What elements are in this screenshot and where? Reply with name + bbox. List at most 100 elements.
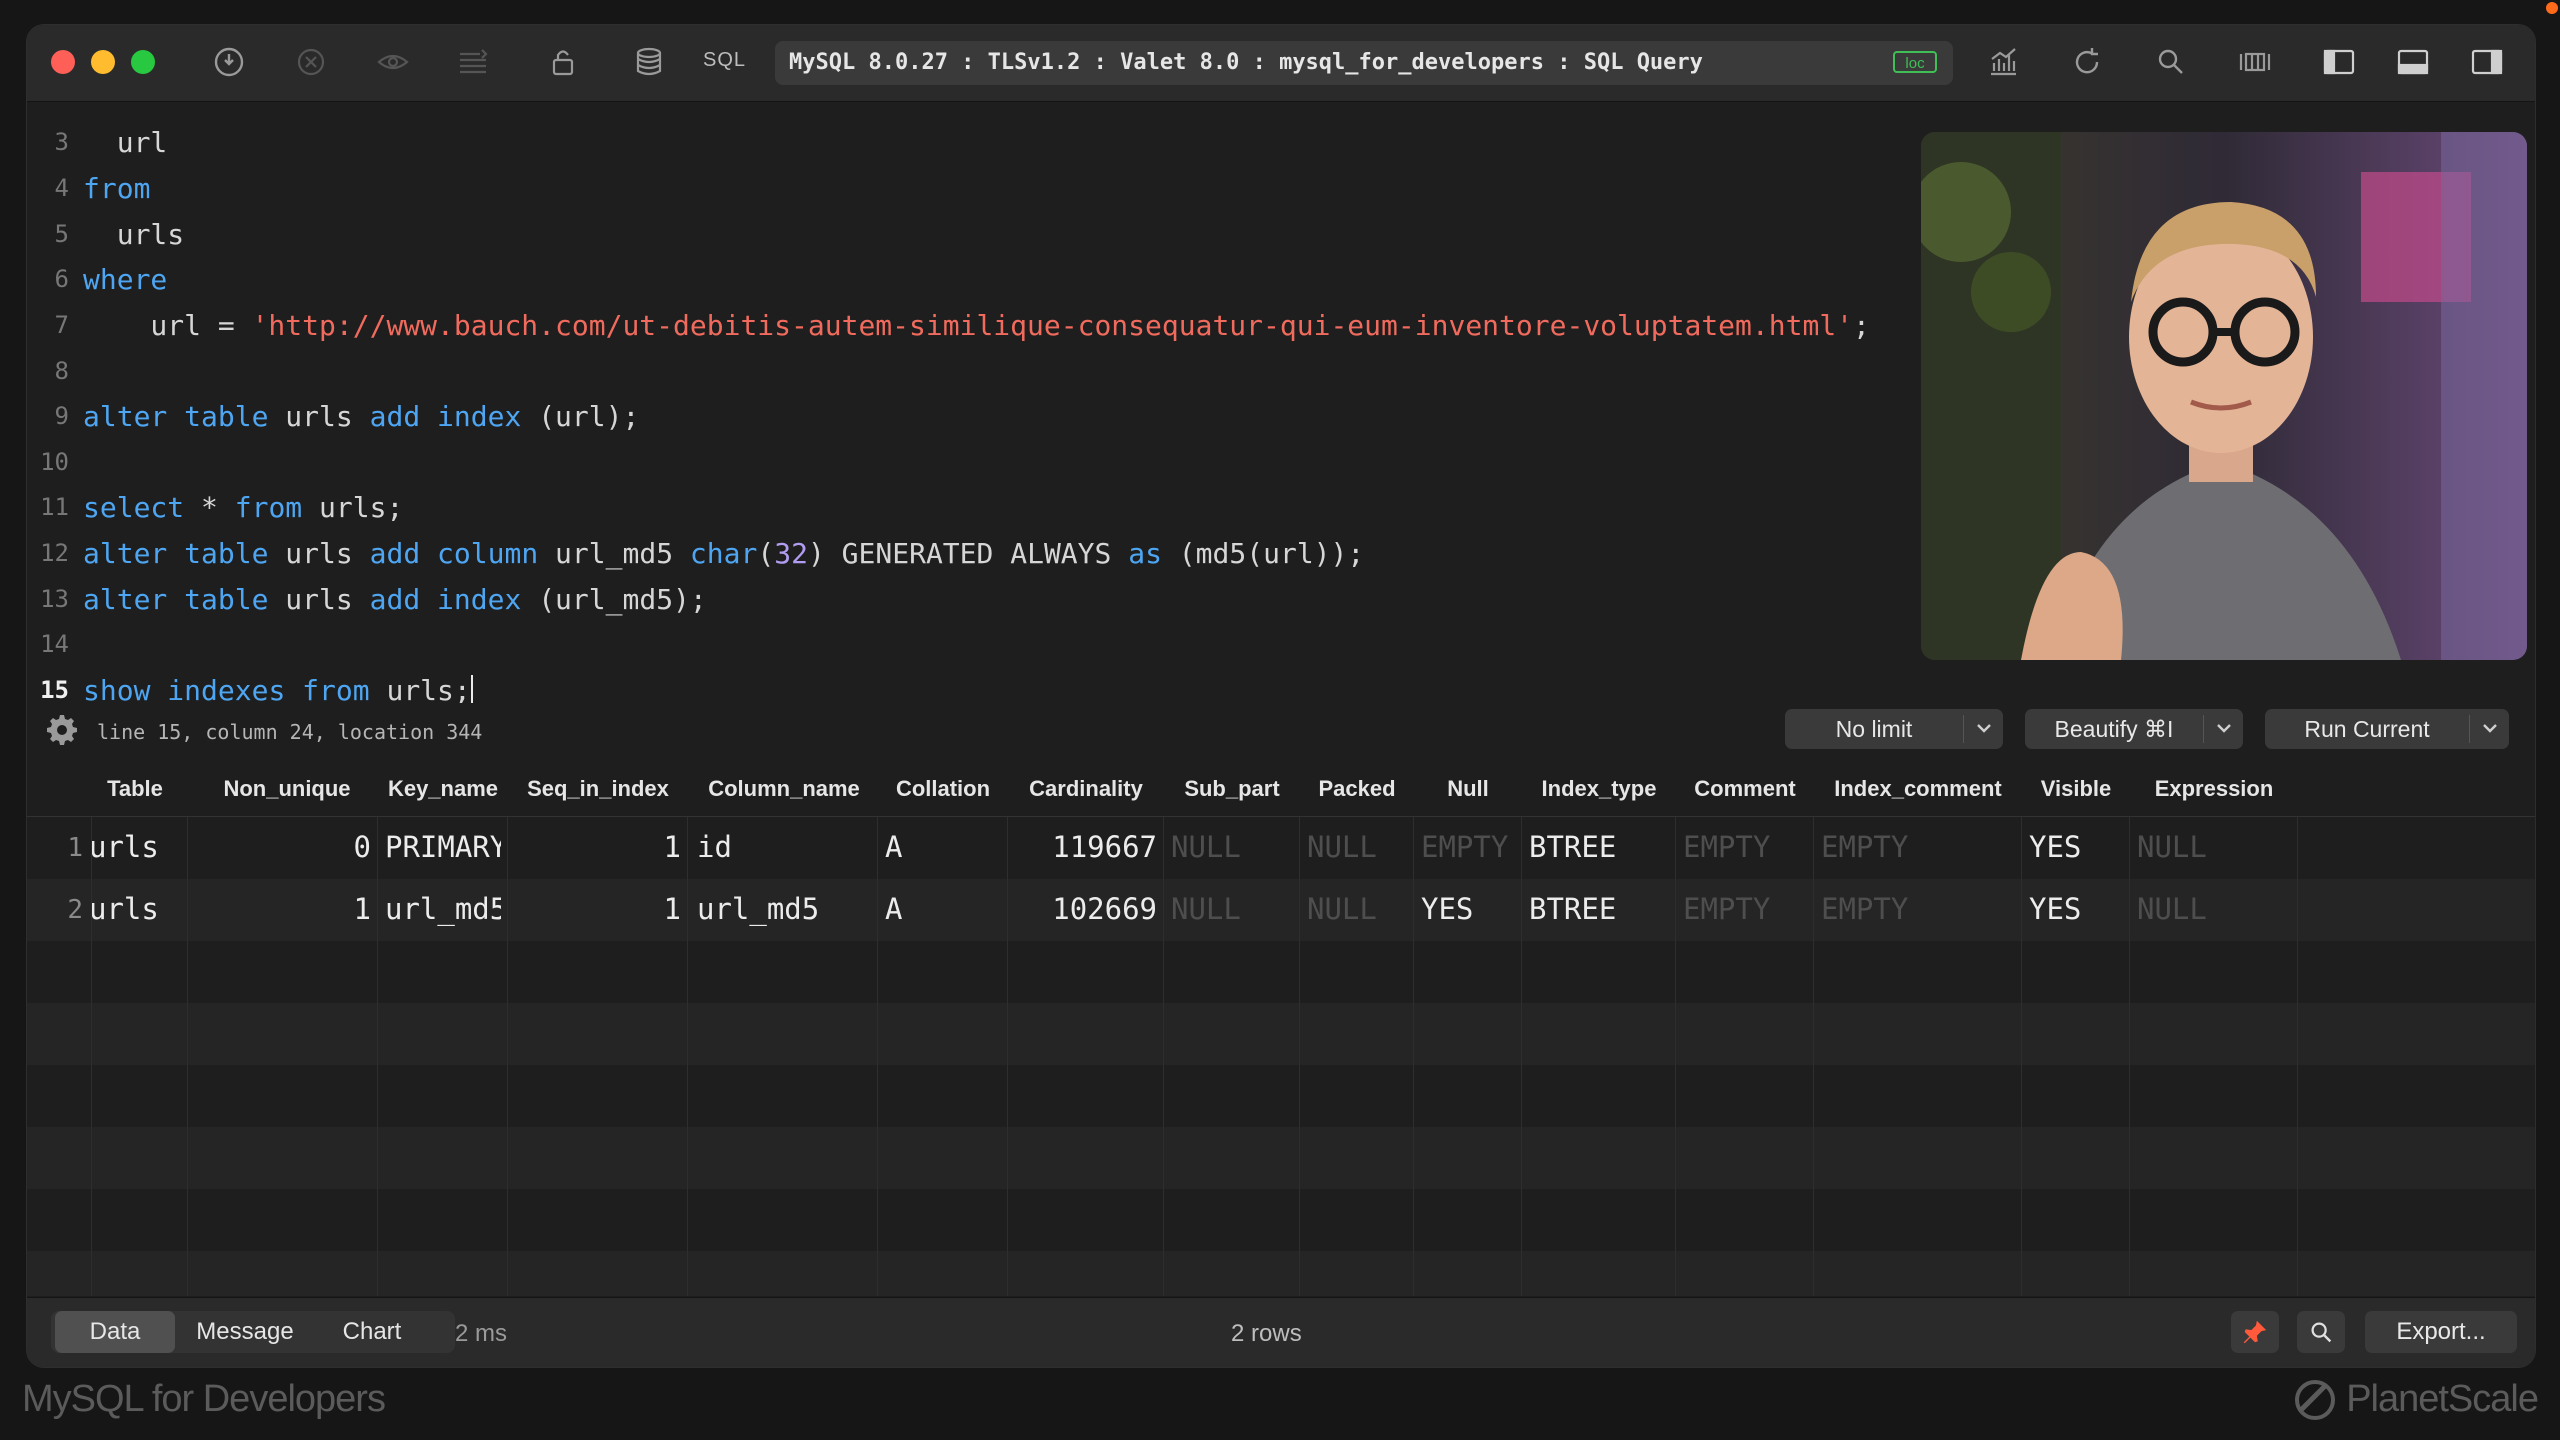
results-grid[interactable]: 1 urls 0 PRIMARY 1 id A 119667 NULL NULL EMPTY BTRE… (27, 762, 2535, 1296)
cell-column-name[interactable]: id (697, 830, 871, 864)
column-header-sub-part[interactable]: Sub_part (1165, 776, 1299, 802)
code-line[interactable]: alter table urls add index (url); (83, 400, 639, 433)
sql-label[interactable]: SQL (703, 49, 746, 72)
pin-button[interactable] (2231, 1311, 2279, 1353)
column-header-visible[interactable]: Visible (2023, 776, 2129, 802)
search-icon[interactable] (2153, 45, 2189, 81)
bottom-panel-icon[interactable] (2395, 45, 2431, 81)
column-divider[interactable] (877, 762, 878, 1296)
column-header-column-name[interactable]: Column_name (691, 776, 877, 802)
column-header-packed[interactable]: Packed (1301, 776, 1413, 802)
close-window-button[interactable] (51, 50, 75, 74)
code-line[interactable]: where (83, 263, 167, 296)
eye-icon[interactable] (375, 45, 411, 81)
columns-icon[interactable] (2237, 45, 2273, 81)
cell-table[interactable]: urls (89, 830, 181, 864)
column-divider[interactable] (377, 762, 378, 1296)
cell-index-type[interactable]: BTREE (1529, 892, 1669, 926)
cell-expression[interactable]: NULL (2137, 892, 2291, 926)
tab-chart[interactable]: Chart (313, 1311, 431, 1353)
export-button[interactable]: Export... (2365, 1311, 2517, 1353)
code-line[interactable]: alter table urls add column url_md5 char… (83, 537, 1364, 570)
zoom-window-button[interactable] (131, 50, 155, 74)
cancel-icon[interactable] (293, 45, 329, 81)
limit-dropdown[interactable]: No limit (1785, 709, 2003, 749)
column-divider[interactable] (1163, 762, 1164, 1296)
minimize-window-button[interactable] (91, 50, 115, 74)
code-line[interactable]: from (83, 172, 150, 205)
cell-cardinality[interactable]: 119667 (1015, 830, 1157, 864)
tab-message[interactable]: Message (179, 1311, 311, 1353)
cell-comment[interactable]: EMPTY (1683, 830, 1807, 864)
column-divider[interactable] (2021, 762, 2022, 1296)
column-header-key-name[interactable]: Key_name (379, 776, 507, 802)
table-row[interactable]: 1 urls 0 PRIMARY 1 id A 119667 NULL NULL EMPTY BTRE… (27, 817, 2535, 879)
column-header-null[interactable]: Null (1415, 776, 1521, 802)
refresh-icon[interactable] (2069, 45, 2105, 81)
column-divider[interactable] (687, 762, 688, 1296)
column-divider[interactable] (2129, 762, 2130, 1296)
column-divider[interactable] (1521, 762, 1522, 1296)
cell-seq-in-index[interactable]: 1 (515, 830, 681, 864)
sql-editor[interactable]: 3 4 5 6 7 8 9 10 11 12 13 14 15 url from … (27, 102, 2535, 709)
column-header-index-type[interactable]: Index_type (1523, 776, 1675, 802)
code-line[interactable]: url (83, 126, 168, 159)
column-divider[interactable] (1813, 762, 1814, 1296)
lock-icon[interactable] (545, 45, 581, 81)
column-divider[interactable] (187, 762, 188, 1296)
column-header-seq-in-index[interactable]: Seq_in_index (509, 776, 687, 802)
power-icon[interactable] (211, 45, 247, 81)
column-header-cardinality[interactable]: Cardinality (1009, 776, 1163, 802)
code-line[interactable]: alter table urls add index (url_md5); (83, 583, 707, 616)
beautify-dropdown[interactable]: Beautify ⌘I (2025, 709, 2243, 749)
cell-sub-part[interactable]: NULL (1171, 892, 1293, 926)
column-divider[interactable] (1007, 762, 1008, 1296)
cell-expression[interactable]: NULL (2137, 830, 2291, 864)
cell-visible[interactable]: YES (2029, 830, 2123, 864)
code-line[interactable]: url = 'http://www.bauch.com/ut-debitis-a… (83, 309, 1869, 342)
cell-null[interactable]: YES (1421, 892, 1515, 926)
cell-packed[interactable]: NULL (1307, 892, 1407, 926)
cell-seq-in-index[interactable]: 1 (515, 892, 681, 926)
cell-column-name[interactable]: url_md5 (697, 892, 871, 926)
code-line[interactable]: urls (83, 218, 184, 251)
column-header-expression[interactable]: Expression (2131, 776, 2297, 802)
cell-visible[interactable]: YES (2029, 892, 2123, 926)
cell-index-comment[interactable]: EMPTY (1821, 892, 2015, 926)
cell-collation[interactable]: A (885, 830, 1001, 864)
cell-comment[interactable]: EMPTY (1683, 892, 1807, 926)
search-results-button[interactable] (2297, 1311, 2345, 1353)
connection-bar[interactable]: MySQL 8.0.27 : TLSv1.2 : Valet 8.0 : mys… (775, 41, 1953, 85)
cell-non-unique[interactable]: 0 (203, 830, 371, 864)
cell-non-unique[interactable]: 1 (203, 892, 371, 926)
column-header-collation[interactable]: Collation (879, 776, 1007, 802)
column-divider[interactable] (2297, 762, 2298, 1296)
tab-data[interactable]: Data (55, 1311, 175, 1353)
cell-packed[interactable]: NULL (1307, 830, 1407, 864)
cell-sub-part[interactable]: NULL (1171, 830, 1293, 864)
column-divider[interactable] (507, 762, 508, 1296)
column-header-comment[interactable]: Comment (1677, 776, 1813, 802)
cell-cardinality[interactable]: 102669 (1015, 892, 1157, 926)
column-header-non-unique[interactable]: Non_unique (197, 776, 377, 802)
column-divider[interactable] (1299, 762, 1300, 1296)
column-header-table[interactable]: Table (83, 776, 187, 802)
cell-key-name[interactable]: PRIMARY (385, 830, 501, 864)
run-current-dropdown[interactable]: Run Current (2265, 709, 2509, 749)
column-header-index-comment[interactable]: Index_comment (1815, 776, 2021, 802)
code-line[interactable]: select * from urls; (83, 491, 403, 524)
left-panel-icon[interactable] (2321, 45, 2357, 81)
column-divider[interactable] (1675, 762, 1676, 1296)
gear-icon[interactable] (45, 713, 79, 747)
cell-collation[interactable]: A (885, 892, 1001, 926)
cell-table[interactable]: urls (89, 892, 181, 926)
right-panel-icon[interactable] (2469, 45, 2505, 81)
chart-icon[interactable] (1985, 45, 2021, 81)
cell-null[interactable]: EMPTY (1421, 830, 1515, 864)
database-icon[interactable] (631, 45, 667, 81)
table-row[interactable]: 2 urls 1 url_md5 1 url_md5 A 102669 NULL NULL YES B… (27, 879, 2535, 941)
list-icon[interactable] (455, 45, 491, 81)
cell-index-type[interactable]: BTREE (1529, 830, 1669, 864)
cell-index-comment[interactable]: EMPTY (1821, 830, 2015, 864)
column-divider[interactable] (1413, 762, 1414, 1296)
